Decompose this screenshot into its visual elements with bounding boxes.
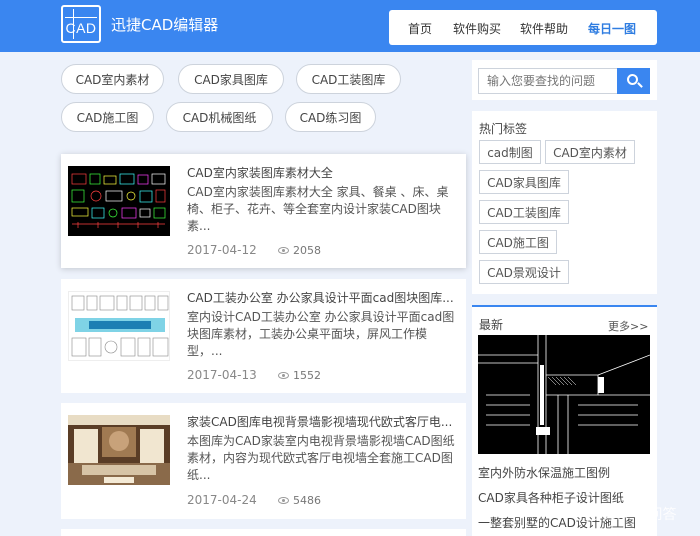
article-date: 2017-04-24 (187, 493, 257, 507)
tag-practice[interactable]: CAD练习图 (285, 102, 376, 132)
watermark-icon (584, 505, 600, 521)
latest-image[interactable] (478, 335, 650, 454)
hot-tag-office[interactable]: CAD工装图库 (479, 200, 569, 224)
top-header: CAD 迅捷CAD编辑器 首页 软件购买 软件帮助 每日一图 (0, 0, 700, 52)
article-thumbnail[interactable] (68, 415, 170, 485)
living-room-thumbnail (68, 415, 170, 485)
hot-tag-interior[interactable]: CAD室内素材 (545, 140, 635, 164)
article-card[interactable]: CAD工装办公室 办公家具设计平面cad图块图库... 室内设计CAD工装办公室… (61, 279, 466, 393)
watermark: 头条 @问答 (602, 507, 677, 523)
article-views: 2058 (278, 244, 321, 257)
article-views: 1552 (278, 369, 321, 382)
search-button[interactable] (617, 68, 650, 94)
hot-tag-cad-drawing[interactable]: cad制图 (479, 140, 541, 164)
article-card[interactable]: 家装CAD图库电视背景墙影视墙现代欧式客厅电... 本图库为CAD家装室内电视背… (61, 403, 466, 519)
eye-icon (278, 372, 289, 379)
article-title[interactable]: 家装CAD图库电视背景墙影视墙现代欧式客厅电... (187, 413, 459, 430)
nav-home[interactable]: 首页 (408, 20, 432, 37)
article-card[interactable]: CAD室内家装图库素材大全 CAD室内家装图库素材大全 家具、餐桌 、床、桌椅、… (61, 154, 466, 268)
article-thumbnail[interactable] (68, 291, 170, 361)
nav-help[interactable]: 软件帮助 (520, 20, 568, 37)
tag-construction[interactable]: CAD施工图 (61, 102, 154, 132)
latest-link[interactable]: 室内外防水保温施工图例 (478, 464, 610, 481)
main-nav: 首页 软件购买 软件帮助 每日一图 (389, 10, 657, 45)
latest-title: 最新 (479, 318, 504, 332)
article-date: 2017-04-12 (187, 243, 257, 257)
article-title[interactable]: CAD工装办公室 办公家具设计平面cad图块图库... (187, 289, 459, 306)
tag-interior[interactable]: CAD室内素材 (61, 64, 164, 94)
tag-office[interactable]: CAD工装图库 (296, 64, 401, 94)
article-summary: 室内设计CAD工装办公室 办公家具设计平面cad图块图库素材，工装办公桌平面块，… (187, 310, 455, 358)
article-views: 5486 (278, 494, 321, 507)
cad-section-drawing (478, 335, 650, 454)
nav-daily-image[interactable]: 每日一图 (588, 20, 636, 37)
office-plan-thumbnail (71, 295, 169, 357)
article-card[interactable] (61, 529, 466, 536)
search-icon-handle (637, 82, 643, 88)
hot-tag-construction[interactable]: CAD施工图 (479, 230, 557, 254)
more-link[interactable]: 更多>> (608, 318, 648, 334)
logo-icon[interactable]: CAD (61, 5, 101, 43)
eye-icon (278, 247, 289, 254)
eye-icon (278, 497, 289, 504)
view-count: 2058 (293, 244, 321, 257)
logo-line (65, 17, 97, 18)
brand-name[interactable]: 迅捷CAD编辑器 (111, 14, 218, 35)
logo-text: CAD (65, 20, 97, 36)
tag-furniture[interactable]: CAD家具图库 (178, 64, 284, 94)
view-count: 5486 (293, 494, 321, 507)
article-date: 2017-04-13 (187, 368, 257, 382)
cad-drawing-thumbnail (71, 173, 166, 228)
article-summary: 本图库为CAD家装室内电视背景墙影视墙CAD图纸素材，内容为现代欧式客厅电视墙全… (187, 434, 455, 482)
tag-mechanical[interactable]: CAD机械图纸 (166, 102, 273, 132)
article-summary: CAD室内家装图库素材大全 家具、餐桌 、床、桌椅、柜子、花卉、等全套室内设计家… (187, 185, 449, 233)
hot-tag-furniture[interactable]: CAD家具图库 (479, 170, 569, 194)
hot-tags-title: 热门标签 (479, 122, 528, 136)
nav-buy[interactable]: 软件购买 (453, 20, 501, 37)
view-count: 1552 (293, 369, 321, 382)
hot-tag-landscape[interactable]: CAD景观设计 (479, 260, 569, 284)
article-title[interactable]: CAD室内家装图库素材大全 (187, 164, 459, 181)
search-input[interactable] (478, 68, 618, 94)
article-thumbnail[interactable] (68, 166, 170, 236)
